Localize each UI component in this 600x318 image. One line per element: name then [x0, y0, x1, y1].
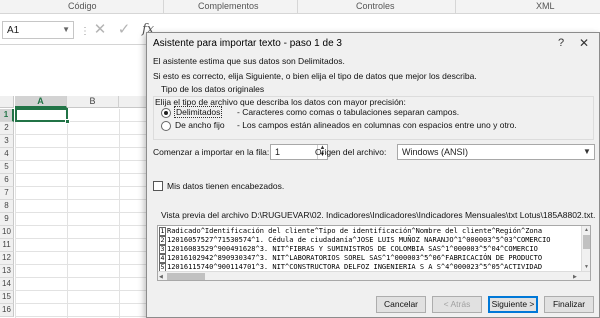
ribbon-separator: [455, 0, 456, 13]
preview-row-text: 12016083529^900491628^3. NIT^FIBRAS Y SU…: [167, 245, 538, 253]
row-header-4[interactable]: 4: [0, 148, 14, 161]
preview-row-number: 1: [159, 227, 166, 236]
select-all-corner[interactable]: [0, 96, 14, 108]
preview-row: 2 12016057527^71530574^1. Cédula de ciuda…: [159, 236, 551, 245]
ribbon-group-labels: Código Complementos Controles XML: [0, 0, 600, 14]
row-header-15[interactable]: 15: [0, 291, 14, 304]
radio-fixed-width[interactable]: [161, 121, 171, 131]
vertical-scroll-thumb[interactable]: [583, 235, 590, 249]
row-header-12[interactable]: 12: [0, 252, 14, 265]
headers-checkbox-label[interactable]: Mis datos tienen encabezados.: [167, 181, 284, 191]
finish-button[interactable]: Finalizar: [544, 296, 594, 313]
file-origin-label: Origen del archivo:: [315, 147, 387, 157]
help-button[interactable]: ?: [552, 35, 570, 51]
enter-icon[interactable]: ✓: [116, 22, 132, 38]
ribbon-group-xml: XML: [536, 1, 555, 11]
fill-handle[interactable]: [65, 119, 70, 124]
row-header-16[interactable]: 16: [0, 304, 14, 317]
radio-delimited-label[interactable]: Delimitados: [173, 106, 223, 118]
ribbon-separator: [163, 0, 164, 13]
radio-delimited-description: - Caracteres como comas o tabulaciones s…: [237, 107, 460, 117]
wizard-instruction-text: Si esto es correcto, elija Siguiente, o …: [153, 71, 477, 81]
row-header-5[interactable]: 5: [0, 161, 14, 174]
back-button[interactable]: < Atrás: [432, 296, 482, 313]
preview-row: 4 12016102942^890930347^3. NIT^LABORATORI…: [159, 254, 542, 263]
preview-horizontal-scrollbar[interactable]: ◀ ▶: [158, 271, 590, 280]
preview-vertical-scrollbar[interactable]: ▲ ▼: [581, 226, 590, 271]
row-header-14[interactable]: 14: [0, 278, 14, 291]
group-prompt: Elija el tipo de archivo que describa lo…: [155, 97, 406, 107]
preview-row-number: 3: [159, 245, 166, 254]
row-header-10[interactable]: 10: [0, 226, 14, 239]
preview-row-text: 12016102942^890930347^3. NIT^LABORATORIO…: [167, 254, 543, 262]
row-header-11[interactable]: 11: [0, 239, 14, 252]
scroll-right-icon[interactable]: ▶: [573, 274, 577, 280]
row-header-1[interactable]: 1: [0, 109, 14, 122]
preview-row-text: 12016057527^71530574^1. Cédula de ciudad…: [167, 236, 551, 244]
row-header-6[interactable]: 6: [0, 174, 14, 187]
row-header-3[interactable]: 3: [0, 135, 14, 148]
drag-handle-icon[interactable]: ⋮: [80, 26, 90, 37]
row-header-7[interactable]: 7: [0, 187, 14, 200]
headers-checkbox[interactable]: [153, 181, 163, 191]
row-header-9[interactable]: 9: [0, 213, 14, 226]
file-origin-value: Windows (ANSI): [402, 147, 469, 157]
ribbon-group-controles: Controles: [356, 1, 395, 11]
text-import-wizard-dialog: Asistente para importar texto - paso 1 d…: [146, 32, 600, 318]
row-header-8[interactable]: 8: [0, 200, 14, 213]
file-preview[interactable]: 1 Radicado^Identificación del cliente^Tip…: [157, 225, 591, 281]
preview-label: Vista previa del archivo D:\RUGUEVAR\02.…: [161, 210, 596, 220]
preview-row: 1 Radicado^Identificación del cliente^Tip…: [159, 227, 542, 236]
group-title: Tipo de los datos originales: [159, 84, 267, 94]
active-cell-a1[interactable]: [15, 108, 70, 124]
radio-delimited[interactable]: [161, 108, 171, 118]
radio-fixed-width-description: - Los campos están alineados en columnas…: [237, 120, 517, 130]
scroll-up-icon[interactable]: ▲: [584, 227, 589, 233]
radio-fixed-width-label[interactable]: De ancho fijo: [175, 120, 225, 130]
cancel-button[interactable]: Cancelar: [376, 296, 426, 313]
scroll-down-icon[interactable]: ▼: [584, 264, 589, 270]
file-origin-select[interactable]: Windows (ANSI) ▼: [397, 144, 595, 160]
wizard-estimate-text: El asistente estima que sus datos son De…: [153, 56, 345, 66]
ribbon-group-codigo: Código: [68, 1, 97, 11]
row-header-2[interactable]: 2: [0, 122, 14, 135]
cell-grid[interactable]: [15, 109, 150, 318]
preview-row-text: 12016115740^900114701^3. NIT^CONSTRUCTOR…: [167, 263, 543, 271]
name-box-value: A1: [7, 25, 20, 36]
row-header-13[interactable]: 13: [0, 265, 14, 278]
chevron-down-icon[interactable]: ▼: [62, 25, 70, 34]
ribbon-group-complementos: Complementos: [198, 1, 259, 11]
next-button[interactable]: Siguiente >: [488, 296, 538, 313]
column-header-a[interactable]: A: [15, 96, 67, 108]
preview-row-number: 4: [159, 254, 166, 263]
preview-row-number: 2: [159, 236, 166, 245]
column-header-b[interactable]: B: [67, 96, 119, 108]
scroll-left-icon[interactable]: ◀: [159, 274, 163, 280]
close-button[interactable]: ✕: [573, 35, 595, 51]
start-row-value: 1: [275, 147, 281, 157]
horizontal-scroll-thumb[interactable]: [167, 273, 205, 280]
dialog-title: Asistente para importar texto - paso 1 d…: [153, 38, 342, 49]
name-box[interactable]: A1 ▼: [2, 21, 74, 39]
preview-row: 3 12016083529^900491628^3. NIT^FIBRAS Y S…: [159, 245, 538, 254]
start-row-label: Comenzar a importar en la fila:: [153, 147, 270, 157]
chevron-down-icon[interactable]: ▼: [580, 145, 594, 159]
ribbon-separator: [297, 0, 298, 13]
cancel-icon[interactable]: ✕: [92, 22, 108, 38]
preview-row-text: Radicado^Identificación del cliente^Tipo…: [167, 227, 543, 235]
